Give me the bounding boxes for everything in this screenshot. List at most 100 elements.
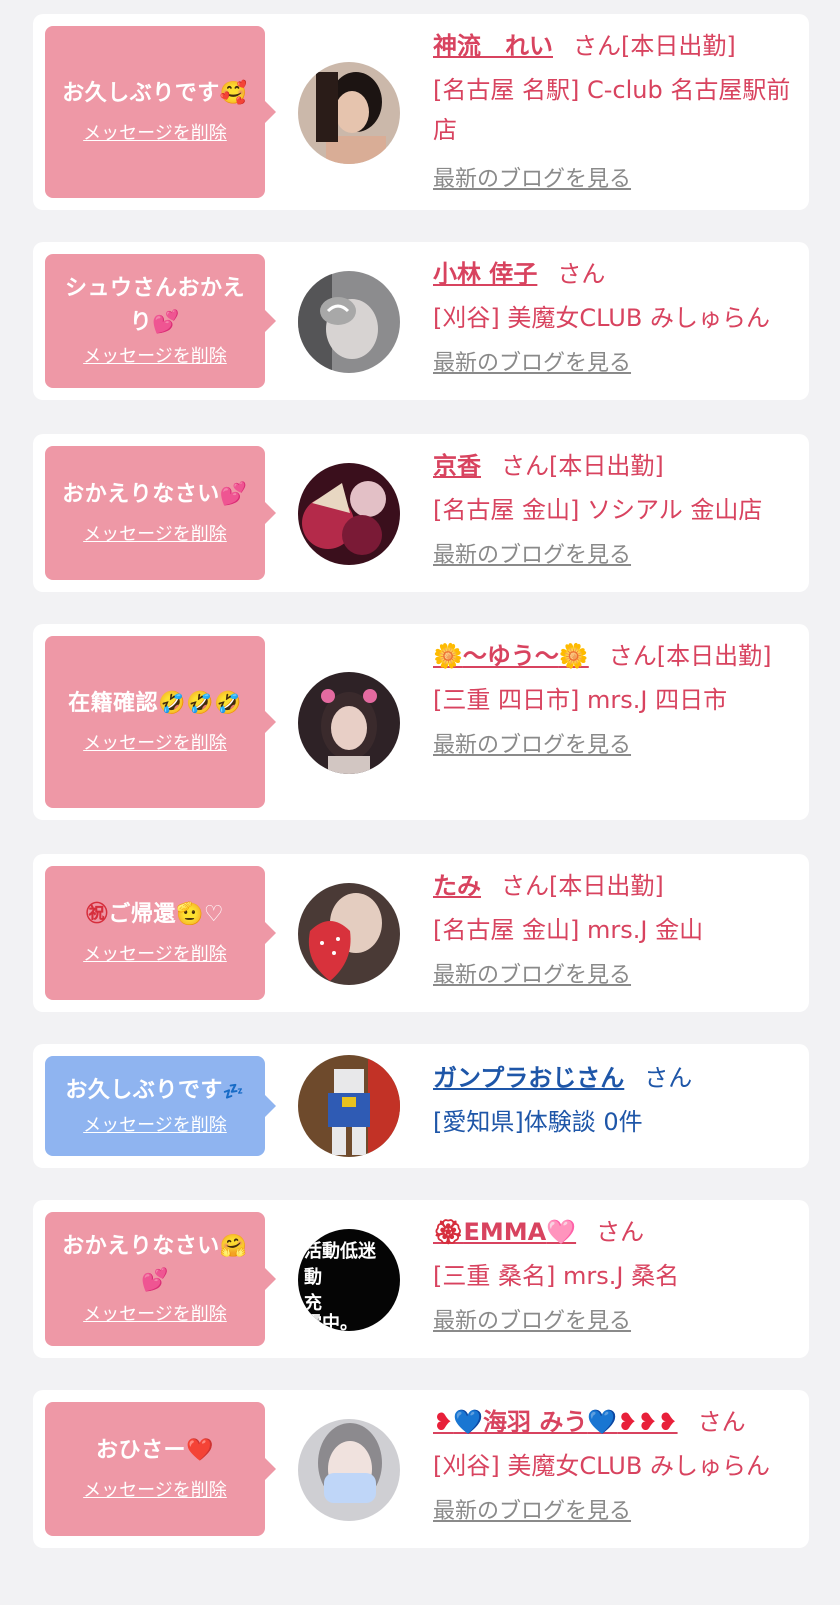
delete-message-link[interactable]: メッセージを削除 [83,344,227,370]
avatar[interactable] [298,271,400,373]
message-text: おひさー [96,1438,187,1463]
member-name-link[interactable]: 🏵EMMA🩷 [433,1218,576,1246]
attendance-status: [本日出勤] [656,642,772,670]
svg-text:動: 動 [304,1266,322,1288]
shop-name: [愛知県]体験談 0件 [433,1108,643,1136]
member-name-link[interactable]: 京香 [433,452,481,480]
shop-name: [名古屋 金山] ソシアル 金山店 [433,496,763,524]
shop-name: [三重 桑名] mrs.J 桑名 [433,1262,680,1290]
avatar[interactable] [298,1419,400,1521]
avatar[interactable] [298,62,400,164]
latest-blog-link[interactable]: 最新のブログを見る [433,164,631,196]
member-name-link[interactable]: 🌼〜ゆう〜🌼 [433,642,589,670]
latest-blog-link[interactable]: 最新のブログを見る [433,1496,631,1528]
san-suffix: さん [697,1408,746,1436]
san-suffix: さん [501,452,549,480]
member-name-link[interactable]: たみ [433,872,481,900]
member-info: 🌼〜ゆう〜🌼 さん[本日出勤] [三重 四日市] mrs.J 四日市 最新のブログ… [433,636,793,762]
shop-name: [刈谷] 美魔女CLUB みしゅらん [433,304,770,332]
san-suffix: さん [573,32,621,60]
svg-text:活動低迷: 活動低迷 [304,1240,377,1262]
two-hearts-icon: 💕 [141,1268,169,1293]
san-suffix: さん [501,872,549,900]
latest-blog-link[interactable]: 最新のブログを見る [433,540,631,572]
delete-message-link[interactable]: メッセージを削除 [83,121,227,147]
attendance-status: [本日出勤] [621,32,736,60]
message-text: ご帰還 [108,902,176,927]
delete-message-link[interactable]: メッセージを削除 [83,1478,227,1504]
sparkle-icon: 💤 [222,1081,245,1102]
heart-icon: ❤️ [186,1438,214,1463]
message-text: お久しぶりです [62,81,220,106]
shop-name: [名古屋 名駅] C-club 名古屋駅前店 [433,76,791,144]
blue-heart-icon: 💙 [587,1408,618,1436]
svg-text:電中。: 電中。 [304,1312,358,1331]
list-item: ㊗ご帰還🫡♡ メッセージを削除 たみ さん[本日出勤] [名古屋 金山] mrs.… [33,854,809,1012]
sunflower-icon: 🌼 [433,642,463,670]
member-name-link[interactable]: ガンプラおじさん [433,1064,624,1092]
list-item: シュウさんおかえり💕 メッセージを削除 小林 倖子 さん [刈谷] 美魔女CLUB… [33,242,809,400]
message-bubble: ㊗ご帰還🫡♡ メッセージを削除 [45,866,276,1000]
latest-blog-link[interactable]: 最新のブログを見る [433,730,631,762]
avatar[interactable] [298,883,400,985]
avatar[interactable] [298,672,400,774]
latest-blog-link[interactable]: 最新のブログを見る [433,348,631,380]
message-bubble: おかえりなさい🤗 💕 メッセージを削除 [45,1212,276,1346]
delete-message-link[interactable]: メッセージを削除 [83,1113,227,1139]
avatar[interactable]: 活動低迷動充電中。 [298,1229,400,1331]
shop-name: [刈谷] 美魔女CLUB みしゅらん [433,1452,770,1480]
list-item: おかえりなさい🤗 💕 メッセージを削除 活動低迷動充電中。 🏵EMMA🩷 さん [三… [33,1200,809,1358]
member-name: 〜ゆう〜 [462,642,559,670]
list-item: お久しぶりです💤 メッセージを削除 ガンプラおじさん さん [愛知県]体験談 0件 [33,1044,809,1168]
list-item: お久しぶりです🥰 メッセージを削除 神流 れい さん[本日出勤] [名古屋 名駅]… [33,14,809,210]
rolling-laugh-icon: 🤣🤣🤣 [158,691,242,716]
message-text: お久しぶりです [65,1077,223,1103]
message-bubble: お久しぶりです🥰 メッセージを削除 [45,26,276,198]
heart-icon: 💕 [219,482,248,507]
list-item: おひさー❤️ メッセージを削除 ❥💙海羽 みう💙❥❥❥ さん [刈谷] 美魔女CL… [33,1390,809,1548]
san-suffix: さん [608,642,657,670]
message-text: おかえりなさい [62,482,220,507]
delete-message-link[interactable]: メッセージを削除 [83,1302,227,1328]
heart-icon: 💕 [152,310,181,335]
delete-message-link[interactable]: メッセージを削除 [83,731,227,757]
delete-message-link[interactable]: メッセージを削除 [83,522,227,548]
delete-message-link[interactable]: メッセージを削除 [83,942,227,968]
san-suffix: さん [596,1218,645,1246]
message-bubble: お久しぶりです💤 メッセージを削除 [45,1056,276,1156]
member-name-link[interactable]: 小林 倖子 [433,260,537,288]
member-info: ガンプラおじさん さん [愛知県]体験談 0件 [433,1058,793,1142]
white-heart-icon: ♡ [203,902,225,927]
list-item: 在籍確認🤣🤣🤣 メッセージを削除 🌼〜ゆう〜🌼 さん[本日出勤] [三重 四日市]… [33,624,809,820]
avatar[interactable] [298,1055,400,1157]
latest-blog-link[interactable]: 最新のブログを見る [433,1306,631,1338]
member-info: 小林 倖子 さん [刈谷] 美魔女CLUB みしゅらん 最新のブログを見る [433,254,793,380]
member-info: 🏵EMMA🩷 さん [三重 桑名] mrs.J 桑名 最新のブログを見る [433,1212,793,1338]
message-bubble: 在籍確認🤣🤣🤣 メッセージを削除 [45,636,276,808]
member-name: 海羽 みう [483,1408,588,1436]
blue-heart-icon: 💙 [453,1408,483,1436]
shop-name: [名古屋 金山] mrs.J 金山 [433,916,704,944]
shop-name: [三重 四日市] mrs.J 四日市 [433,686,728,714]
svg-text:充: 充 [304,1292,322,1314]
san-suffix: さん [557,260,606,288]
heart-arrow-icon: ❥❥❥ [617,1408,678,1436]
avatar[interactable] [298,463,400,565]
attendance-status: [本日出勤] [549,452,664,480]
list-item: おかえりなさい💕 メッセージを削除 京香 さん[本日出勤] [名古屋 金山] ソシ… [33,434,809,592]
salute-face-icon: 🫡 [175,902,204,927]
member-info: ❥💙海羽 みう💙❥❥❥ さん [刈谷] 美魔女CLUB みしゅらん 最新のブログを… [433,1402,793,1528]
latest-blog-link[interactable]: 最新のブログを見る [433,960,631,992]
member-info: たみ さん[本日出勤] [名古屋 金山] mrs.J 金山 最新のブログを見る [433,866,793,992]
heart-arrow-icon: ❥ [433,1408,454,1436]
rose-icon: 🏵 [433,1218,464,1246]
message-text: 在籍確認 [68,691,159,716]
san-suffix: さん [644,1064,693,1092]
celebration-icon: ㊗ [85,902,109,927]
message-bubble: おひさー❤️ メッセージを削除 [45,1402,276,1536]
pink-heart-icon: 🩷 [546,1218,577,1246]
sunflower-icon: 🌼 [558,642,589,670]
member-info: 神流 れい さん[本日出勤] [名古屋 名駅] C-club 名古屋駅前店 最新の… [433,26,793,196]
member-name-link[interactable]: ❥💙海羽 みう💙❥❥❥ [433,1408,678,1436]
member-name-link[interactable]: 神流 れい [433,32,553,60]
